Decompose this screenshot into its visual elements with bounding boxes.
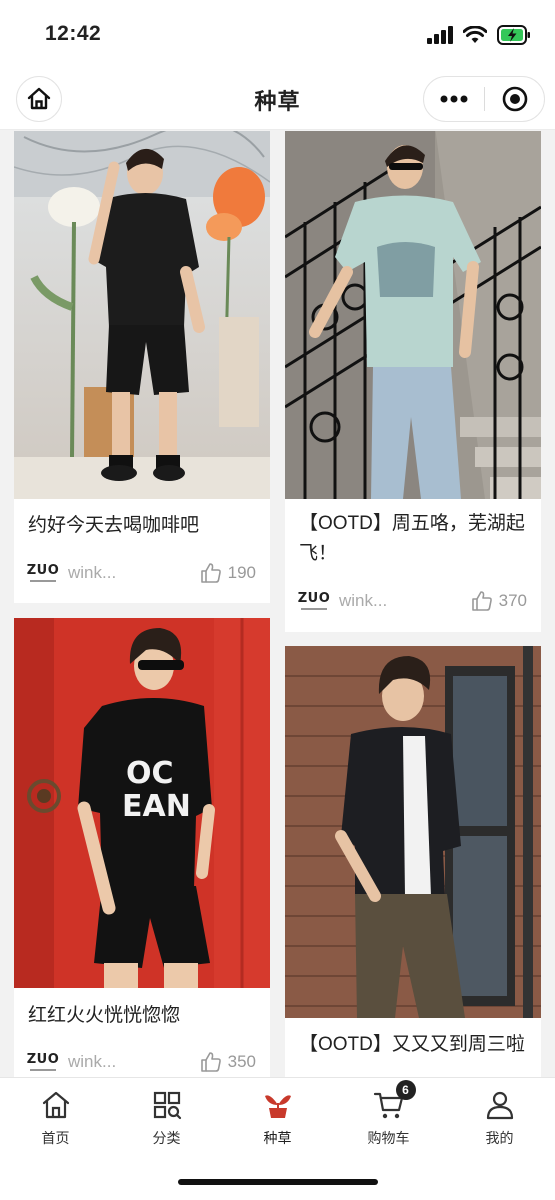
content-feed[interactable]: 约好今天去喝咖啡吧 ZUO wink... 190 【OOTD】周五咯，芜湖起飞… [0,131,555,1077]
status-time: 12:42 [45,22,102,45]
brand-logo: ZUO [298,592,330,610]
home-icon [42,1091,69,1119]
tab-label: 分类 [152,1130,181,1146]
tab-cart[interactable]: 6 购物车 [333,1080,444,1148]
post-title[interactable]: 红红火火恍恍惚惚 [28,1001,258,1031]
status-bar: 12:42 [0,0,555,70]
post-title[interactable]: 【OOTD】又又又到周三啦 [299,1030,529,1060]
tab-profile[interactable]: 我的 [444,1088,555,1148]
tab-label: 购物车 [367,1130,410,1146]
post-photo[interactable] [285,646,541,1018]
more-dots-icon [440,95,468,103]
post-title[interactable]: 【OOTD】周五咯，芜湖起飞！ [299,509,529,569]
svg-text:EAN: EAN [122,789,191,824]
tab-category[interactable]: 分类 [111,1088,222,1148]
signal-icon [427,26,453,44]
battery-charging-icon [497,25,530,45]
post-photo[interactable] [285,131,541,499]
post-photo[interactable]: OC EAN [14,618,270,988]
like-button[interactable]: 370 [471,590,527,612]
tab-home[interactable]: 首页 [0,1088,111,1148]
home-indicator [178,1179,378,1185]
thumbs-up-icon [200,1052,221,1072]
close-mini-program-button[interactable] [485,77,544,121]
author-name[interactable]: wink... [339,591,471,611]
author-name[interactable]: wink... [68,1052,200,1072]
post-card[interactable]: 【OOTD】又又又到周三啦 [285,646,541,1077]
like-count: 350 [227,1052,256,1071]
tab-label: 我的 [485,1130,514,1146]
post-card[interactable]: 约好今天去喝咖啡吧 ZUO wink... 190 [14,131,270,603]
like-button[interactable]: 350 [200,1051,256,1073]
post-meta: ZUO wink... 190 [27,561,256,585]
post-card[interactable]: 【OOTD】周五咯，芜湖起飞！ ZUO wink... 370 [285,131,541,632]
wifi-icon [463,26,487,43]
category-grid-icon [153,1091,181,1120]
post-meta: ZUO wink... 350 [27,1050,256,1074]
tab-label: 种草 [263,1130,292,1146]
author-name[interactable]: wink... [68,563,200,583]
brand-logo: ZUO [27,564,59,582]
like-count: 370 [498,591,527,610]
like-button[interactable]: 190 [200,562,256,584]
mini-program-capsule [423,76,545,122]
post-card[interactable]: OC EAN 红红火火恍恍惚惚 ZUO wink... 350 [14,618,270,1077]
svg-text:OC: OC [126,756,174,791]
post-title[interactable]: 约好今天去喝咖啡吧 [28,511,258,541]
like-count: 190 [227,563,256,582]
sprout-icon [264,1095,291,1118]
tab-label: 首页 [41,1130,70,1146]
thumbs-up-icon [471,591,492,611]
post-meta: ZUO wink... 370 [298,589,527,613]
status-icons [427,24,531,46]
more-button[interactable] [424,77,484,121]
post-photo[interactable] [14,131,270,499]
navigation-bar: 种草 [0,70,555,130]
profile-icon [486,1091,513,1120]
tab-grass[interactable]: 种草 [222,1088,333,1148]
target-circle-icon [502,86,527,112]
cart-badge: 6 [395,1080,416,1100]
thumbs-up-icon [200,563,221,583]
brand-logo: ZUO [27,1053,59,1071]
